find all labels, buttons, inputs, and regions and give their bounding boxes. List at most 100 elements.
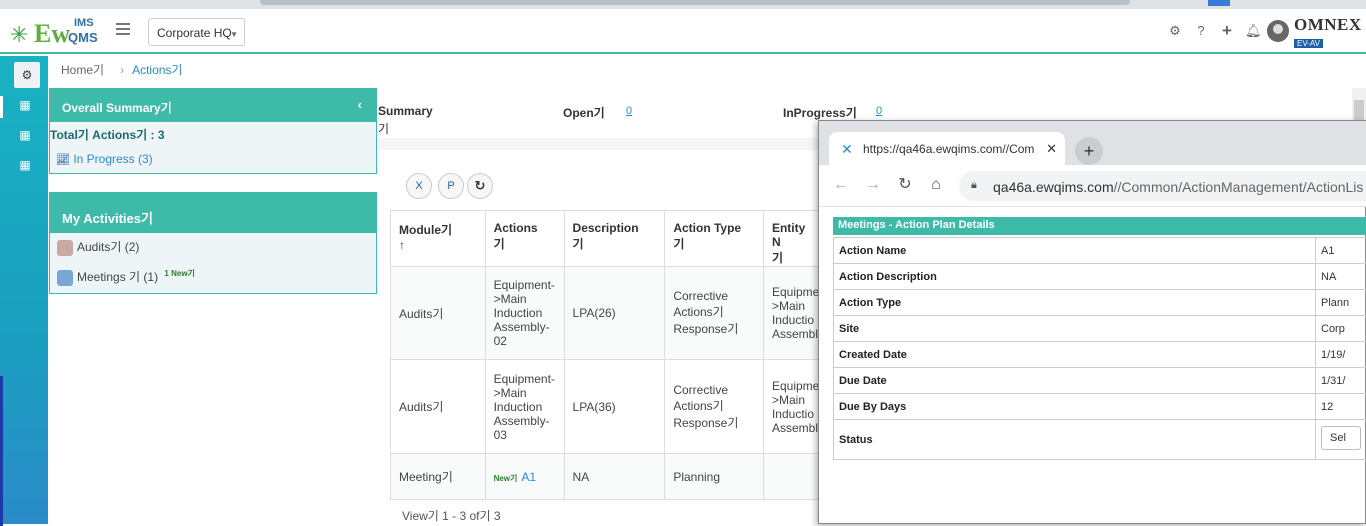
- field-label: Due Date: [834, 368, 1316, 394]
- breadcrumb: Home기 › Actions기: [61, 61, 182, 77]
- popup-tab[interactable]: ✕ https://qa46a.ewqims.com//Com ✕: [829, 132, 1065, 165]
- table-row: Meeting기 New기A1 NA Planning: [391, 454, 820, 500]
- favicon-icon: ✕: [841, 141, 857, 157]
- cell-action-link[interactable]: New기A1: [485, 454, 564, 500]
- help-icon[interactable]: ?: [1194, 24, 1208, 38]
- logo-brand: Ew: [34, 20, 70, 48]
- logo-qms: QMS: [68, 30, 98, 45]
- overall-summary-header[interactable]: Overall Summary기 ‹: [50, 89, 376, 122]
- user-icon[interactable]: [1267, 20, 1289, 42]
- field-label: Action Type: [834, 290, 1316, 316]
- lock-icon: 🔒︎: [971, 179, 977, 192]
- status-cell: Sel: [1316, 420, 1366, 460]
- omnex-name: OMNEX: [1294, 15, 1356, 35]
- cell-action-type: Planning: [665, 454, 764, 500]
- details-row: Created Date1/19/: [834, 342, 1366, 368]
- status-label: Status: [834, 420, 1316, 460]
- table-row: Audits기 Equipment->MainInductionAssembly…: [391, 360, 820, 454]
- reload-icon[interactable]: ↻: [895, 175, 915, 195]
- cell-action-link[interactable]: Equipment->MainInductionAssembly-03: [485, 360, 564, 454]
- cell-entity: [763, 454, 819, 500]
- field-value: A1: [1316, 238, 1366, 264]
- my-activities-header: My Activities기: [50, 193, 376, 233]
- breadcrumb-home[interactable]: Home기: [61, 63, 104, 77]
- in-progress-link[interactable]: 📈︎ In Progress (3): [56, 152, 153, 166]
- settings-icon[interactable]: ⚙: [1168, 24, 1182, 38]
- open-value[interactable]: 0: [626, 105, 632, 117]
- pdf-icon[interactable]: P: [438, 173, 464, 199]
- excel-icon[interactable]: X: [406, 173, 432, 199]
- ewqims-logo[interactable]: ✳ Ew IMS QMS: [10, 16, 105, 50]
- cell-action-link[interactable]: Equipment->MainInductionAssembly-02: [485, 267, 564, 360]
- inprogress-label: InProgress기: [783, 104, 857, 121]
- audit-icon: [57, 240, 73, 256]
- activity-meetings[interactable]: Meetings 기 (1) 1 New기: [57, 268, 195, 286]
- cell-module: Audits기: [391, 267, 486, 360]
- close-icon[interactable]: ✕: [1046, 141, 1057, 157]
- status-select[interactable]: Sel: [1321, 426, 1361, 450]
- scrollbar-thumb[interactable]: [1354, 100, 1364, 120]
- breadcrumb-current[interactable]: Actions기: [132, 63, 182, 77]
- cell-entity: Equipme>MainInductioAssembl: [763, 267, 819, 360]
- my-activities-title: My Activities기: [62, 211, 153, 226]
- details-row: Action NameA1: [834, 238, 1366, 264]
- address-bar[interactable]: 🔒︎ qa46a.ewqims.com//Common/ActionManage…: [959, 171, 1366, 201]
- forward-icon[interactable]: →: [863, 175, 883, 195]
- actions-grid-card: X P ↻ Module기↑ Actions기 Description기 Act…: [390, 160, 820, 524]
- field-label: Due By Days: [834, 394, 1316, 420]
- back-icon[interactable]: ←: [831, 175, 851, 195]
- browser-scroll-pill: [260, 0, 1130, 5]
- field-label: Created Date: [834, 342, 1316, 368]
- bell-icon[interactable]: 🔔︎: [1245, 24, 1259, 38]
- menu-toggle-icon[interactable]: [116, 23, 130, 35]
- meeting-icon: [57, 270, 73, 286]
- activity-meetings-label: Meetings 기 (1): [77, 270, 158, 284]
- site-select[interactable]: Corporate HQ ▼: [148, 18, 245, 46]
- column-header-module[interactable]: Module기↑: [391, 211, 486, 267]
- breadcrumb-separator: ›: [120, 63, 124, 77]
- popup-content: Meetings - Action Plan Details Action Na…: [831, 217, 1366, 467]
- address-host: qa46a.ewqims.com: [993, 179, 1114, 195]
- details-row: Action TypePlann: [834, 290, 1366, 316]
- column-header-action-type[interactable]: Action Type기: [665, 211, 764, 267]
- site-select-value: Corporate HQ: [157, 26, 232, 40]
- cell-module: Audits기: [391, 360, 486, 454]
- field-label: Site: [834, 316, 1316, 342]
- column-header-actions[interactable]: Actions기: [485, 211, 564, 267]
- new-tab-button[interactable]: +: [1075, 137, 1103, 165]
- browser-badge: [1208, 0, 1230, 6]
- details-row: Due By Days12: [834, 394, 1366, 420]
- building-icon[interactable]: ▦: [18, 158, 32, 172]
- details-table: Action NameA1 Action DescriptionNA Actio…: [833, 237, 1366, 460]
- popup-toolbar: ← → ↻ ⌂ 🔒︎ qa46a.ewqims.com//Common/Acti…: [819, 165, 1366, 207]
- chevron-left-icon[interactable]: ‹: [358, 97, 362, 112]
- refresh-icon[interactable]: ↻: [467, 173, 493, 199]
- home-icon[interactable]: ⌂: [926, 175, 946, 195]
- table-row: Audits기 Equipment->MainInductionAssembly…: [391, 267, 820, 360]
- popup-tab-title: https://qa46a.ewqims.com//Com: [863, 142, 1034, 156]
- browser-strip: [0, 0, 1366, 9]
- column-header-entity[interactable]: Entity N기: [763, 211, 819, 267]
- cell-description: NA: [564, 454, 665, 500]
- logo-ims: IMS: [74, 17, 94, 29]
- details-row: SiteCorp: [834, 316, 1366, 342]
- inprogress-value[interactable]: 0: [876, 105, 882, 117]
- field-value: 12: [1316, 394, 1366, 420]
- cell-action-type: CorrectiveActions기Response기: [665, 267, 764, 360]
- field-value: NA: [1316, 264, 1366, 290]
- activity-audits[interactable]: Audits기 (2): [57, 238, 139, 256]
- plus-icon[interactable]: +: [1220, 24, 1234, 38]
- chevron-down-icon: ▼: [230, 30, 238, 39]
- building-icon[interactable]: ▦: [18, 98, 32, 112]
- gear-icon[interactable]: ⚙: [14, 62, 40, 88]
- building-icon[interactable]: ▦: [18, 128, 32, 142]
- cell-module: Meeting기: [391, 454, 486, 500]
- field-value: 1/31/: [1316, 368, 1366, 394]
- open-label: Open기: [563, 104, 605, 121]
- omnex-badge: EV-AV: [1294, 39, 1323, 48]
- table-header-row: Module기↑ Actions기 Description기 Action Ty…: [391, 211, 820, 267]
- rail-accent-bar: [0, 376, 3, 526]
- column-header-description[interactable]: Description기: [564, 211, 665, 267]
- cell-action-type: CorrectiveActions기Response기: [665, 360, 764, 454]
- new-badge: 1 New기: [164, 269, 194, 278]
